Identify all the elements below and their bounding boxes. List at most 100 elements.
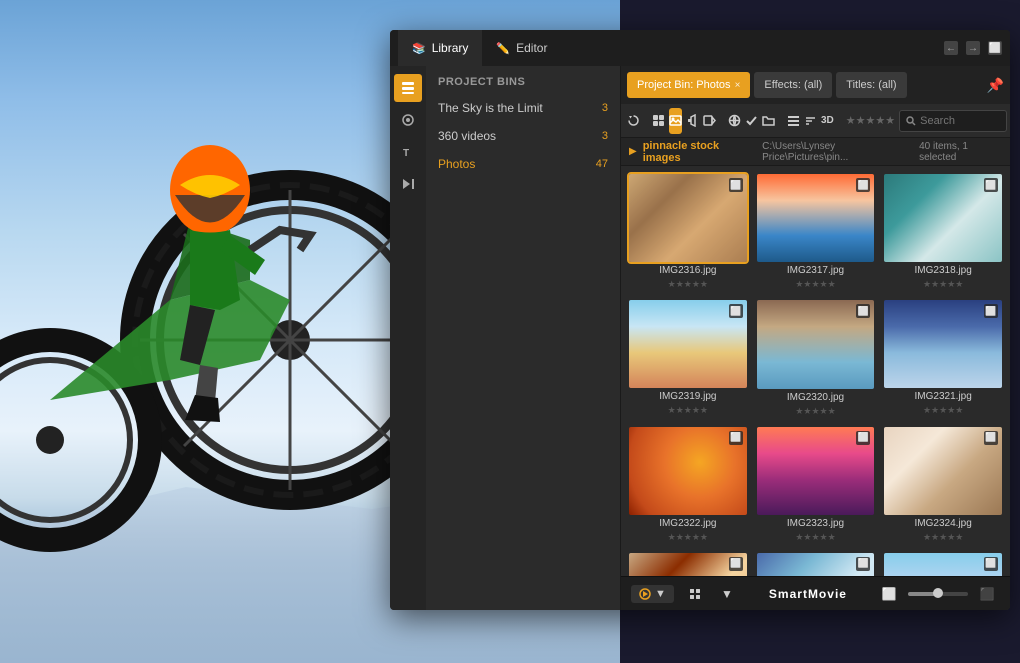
list-item: ⬜ IMG2321.jpg ★★★★★ bbox=[884, 300, 1002, 416]
view-audio-button[interactable] bbox=[686, 108, 699, 134]
photo-name: IMG2320.jpg bbox=[757, 392, 875, 403]
tab-editor-label: Editor bbox=[516, 41, 547, 55]
view-video-button[interactable] bbox=[703, 108, 716, 134]
photo-thumbnail[interactable]: ⬜ bbox=[757, 174, 875, 262]
photo-stars[interactable]: ★★★★★ bbox=[629, 405, 747, 416]
maximize-button[interactable]: ⬜ bbox=[988, 41, 1002, 55]
source-bar: ▶ pinnacle stock images C:\Users\Lynsey … bbox=[621, 138, 1010, 166]
list-item: ⬜ IMG2324.jpg ★★★★★ bbox=[884, 427, 1002, 543]
photo-badge: ⬜ bbox=[984, 178, 998, 192]
thumbnail-size-large[interactable]: ⬛ bbox=[974, 581, 1000, 607]
list-item: ⬜IMG2327.jpg★★★★★ bbox=[884, 553, 1002, 576]
stars-filter: ★★★★★ bbox=[846, 114, 895, 127]
library-item-photos-label: Photos bbox=[438, 157, 475, 171]
photo-stars[interactable]: ★★★★★ bbox=[757, 532, 875, 543]
photo-thumbnail[interactable]: ⬜ bbox=[757, 553, 875, 576]
view-all-button[interactable] bbox=[652, 108, 665, 134]
filter-tab-titles[interactable]: Titles: (all) bbox=[836, 72, 906, 98]
photo-stars[interactable]: ★★★★★ bbox=[757, 406, 875, 417]
photo-grid: ⬜IMG2316.jpg★★★★★⬜IMG2317.jpg★★★★★⬜IMG23… bbox=[621, 166, 1010, 576]
list-item: ⬜IMG2319.jpg★★★★★ bbox=[629, 300, 747, 416]
list-item: ⬜IMG2323.jpg★★★★★ bbox=[757, 427, 875, 543]
photo-badge: ⬜ bbox=[729, 557, 743, 571]
library-item-sky-label: The Sky is the Limit bbox=[438, 101, 543, 115]
search-box[interactable] bbox=[899, 110, 1007, 132]
photo-thumbnail[interactable]: ⬜ bbox=[884, 300, 1002, 388]
photo-name: IMG2324.jpg bbox=[884, 518, 1002, 529]
photo-thumbnail[interactable]: ⬜ bbox=[884, 174, 1002, 262]
library-item-photos-count: 47 bbox=[596, 158, 608, 170]
filter-tab-effects[interactable]: Effects: (all) bbox=[754, 72, 832, 98]
library-item-360-count: 3 bbox=[602, 130, 608, 142]
photo-badge: ⬜ bbox=[856, 178, 870, 192]
photo-thumbnail[interactable]: ⬜ bbox=[884, 553, 1002, 576]
photo-stars[interactable]: ★★★★★ bbox=[757, 279, 875, 290]
content-panel: Project Bin: Photos × Effects: (all) Tit… bbox=[621, 66, 1010, 610]
grid-view-bottom[interactable] bbox=[682, 581, 708, 607]
tab-editor[interactable]: ✏️ Editor bbox=[482, 30, 561, 66]
tab-library[interactable]: 📚 Library bbox=[398, 30, 482, 66]
photo-name: IMG2321.jpg bbox=[884, 391, 1002, 402]
photo-badge: ⬜ bbox=[729, 178, 743, 192]
list-view-button[interactable] bbox=[787, 108, 800, 134]
sort-button[interactable] bbox=[804, 108, 817, 134]
photo-stars[interactable]: ★★★★★ bbox=[884, 279, 1002, 290]
bottom-actions: ▼ bbox=[682, 581, 740, 607]
photo-stars[interactable]: ★★★★★ bbox=[884, 405, 1002, 416]
folder-button[interactable] bbox=[762, 108, 775, 134]
svg-text:T: T bbox=[403, 148, 409, 159]
app-window: 📚 Library ✏️ Editor ← → ⬜ bbox=[390, 30, 1010, 610]
refresh-button[interactable] bbox=[627, 108, 640, 134]
title-bar: 📚 Library ✏️ Editor ← → ⬜ bbox=[390, 30, 1010, 66]
photo-name: IMG2317.jpg bbox=[757, 265, 875, 276]
photo-thumbnail[interactable]: ⬜ bbox=[757, 300, 875, 388]
photo-thumbnail[interactable]: ⬜ bbox=[757, 427, 875, 515]
source-path: C:\Users\Lynsey Price\Pictures\pin... bbox=[762, 141, 913, 163]
sidebar-icon-transitions[interactable] bbox=[394, 170, 422, 198]
filter-tab-project-bin[interactable]: Project Bin: Photos × bbox=[627, 72, 750, 98]
library-item-sky[interactable]: The Sky is the Limit 3 bbox=[426, 94, 620, 122]
photo-thumbnail[interactable]: ⬜ bbox=[629, 174, 747, 262]
photo-thumbnail[interactable]: ⬜ bbox=[629, 553, 747, 576]
sidebar-icon-titles[interactable]: T bbox=[394, 138, 422, 166]
back-button[interactable]: ← bbox=[944, 41, 958, 55]
thumbnail-size-small[interactable]: ⬜ bbox=[876, 581, 902, 607]
search-input[interactable] bbox=[920, 115, 1000, 127]
check-button[interactable] bbox=[745, 108, 758, 134]
list-item: ⬜IMG2318.jpg★★★★★ bbox=[884, 174, 1002, 290]
main-content: T Project Bins The Sky is the Limit 3 36… bbox=[390, 66, 1010, 610]
size-slider[interactable] bbox=[908, 592, 968, 596]
pin-icon[interactable]: 📌 bbox=[987, 77, 1004, 94]
editor-icon: ✏️ bbox=[496, 42, 510, 55]
filter-tab-project-bin-label: Project Bin: Photos bbox=[637, 79, 731, 91]
list-item: ⬜ IMG2322.jpg ★★★★★ bbox=[629, 427, 747, 543]
photo-badge: ⬜ bbox=[856, 557, 870, 571]
bottom-right-controls: ⬜ ⬛ bbox=[876, 581, 1000, 607]
sidebar-icon-library[interactable] bbox=[394, 74, 422, 102]
photo-thumbnail[interactable]: ⬜ bbox=[884, 427, 1002, 515]
filter-close-icon[interactable]: × bbox=[735, 80, 741, 91]
sidebar-icon-effects[interactable] bbox=[394, 106, 422, 134]
toolbar: 3D ★★★★★ bbox=[621, 104, 1010, 138]
photo-stars[interactable]: ★★★★★ bbox=[629, 279, 747, 290]
photo-thumbnail[interactable]: ⬜ bbox=[629, 300, 747, 388]
library-item-360[interactable]: 360 videos 3 bbox=[426, 122, 620, 150]
smart-movie-dropdown[interactable]: ▼ bbox=[631, 585, 674, 603]
photo-thumbnail[interactable]: ⬜ bbox=[629, 427, 747, 515]
library-item-photos[interactable]: Photos 47 bbox=[426, 150, 620, 178]
list-view-bottom[interactable]: ▼ bbox=[714, 581, 740, 607]
photo-name: IMG2322.jpg bbox=[629, 518, 747, 529]
library-item-360-label: 360 videos bbox=[438, 129, 496, 143]
size-slider-thumb bbox=[933, 588, 943, 598]
forward-button[interactable]: → bbox=[966, 41, 980, 55]
list-item: ⬜ IMG2317.jpg ★★★★★ bbox=[757, 174, 875, 290]
filter-bar: Project Bin: Photos × Effects: (all) Tit… bbox=[621, 66, 1010, 104]
globe-button[interactable] bbox=[728, 108, 741, 134]
view-photos-button[interactable] bbox=[669, 108, 682, 134]
photo-badge: ⬜ bbox=[984, 304, 998, 318]
library-item-sky-count: 3 bbox=[602, 102, 608, 114]
tab-library-label: Library bbox=[432, 41, 469, 55]
photo-stars[interactable]: ★★★★★ bbox=[884, 532, 1002, 543]
3d-view-button[interactable]: 3D bbox=[821, 108, 834, 134]
photo-stars[interactable]: ★★★★★ bbox=[629, 532, 747, 543]
